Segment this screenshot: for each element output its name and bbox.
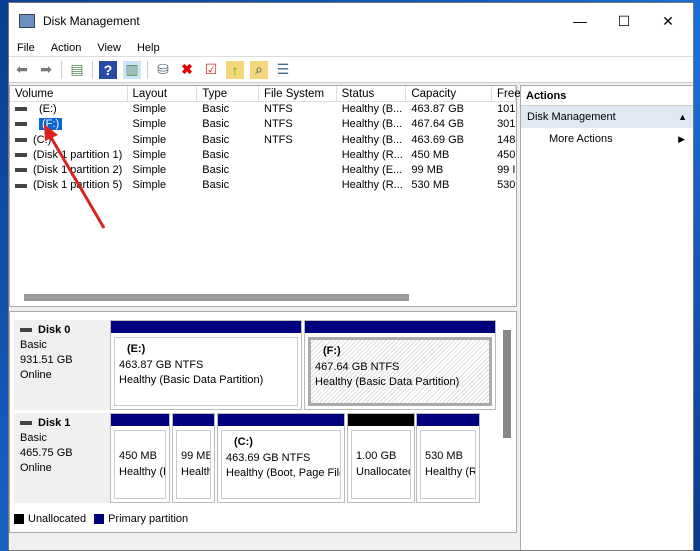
red-arrow-annotation <box>44 124 106 229</box>
